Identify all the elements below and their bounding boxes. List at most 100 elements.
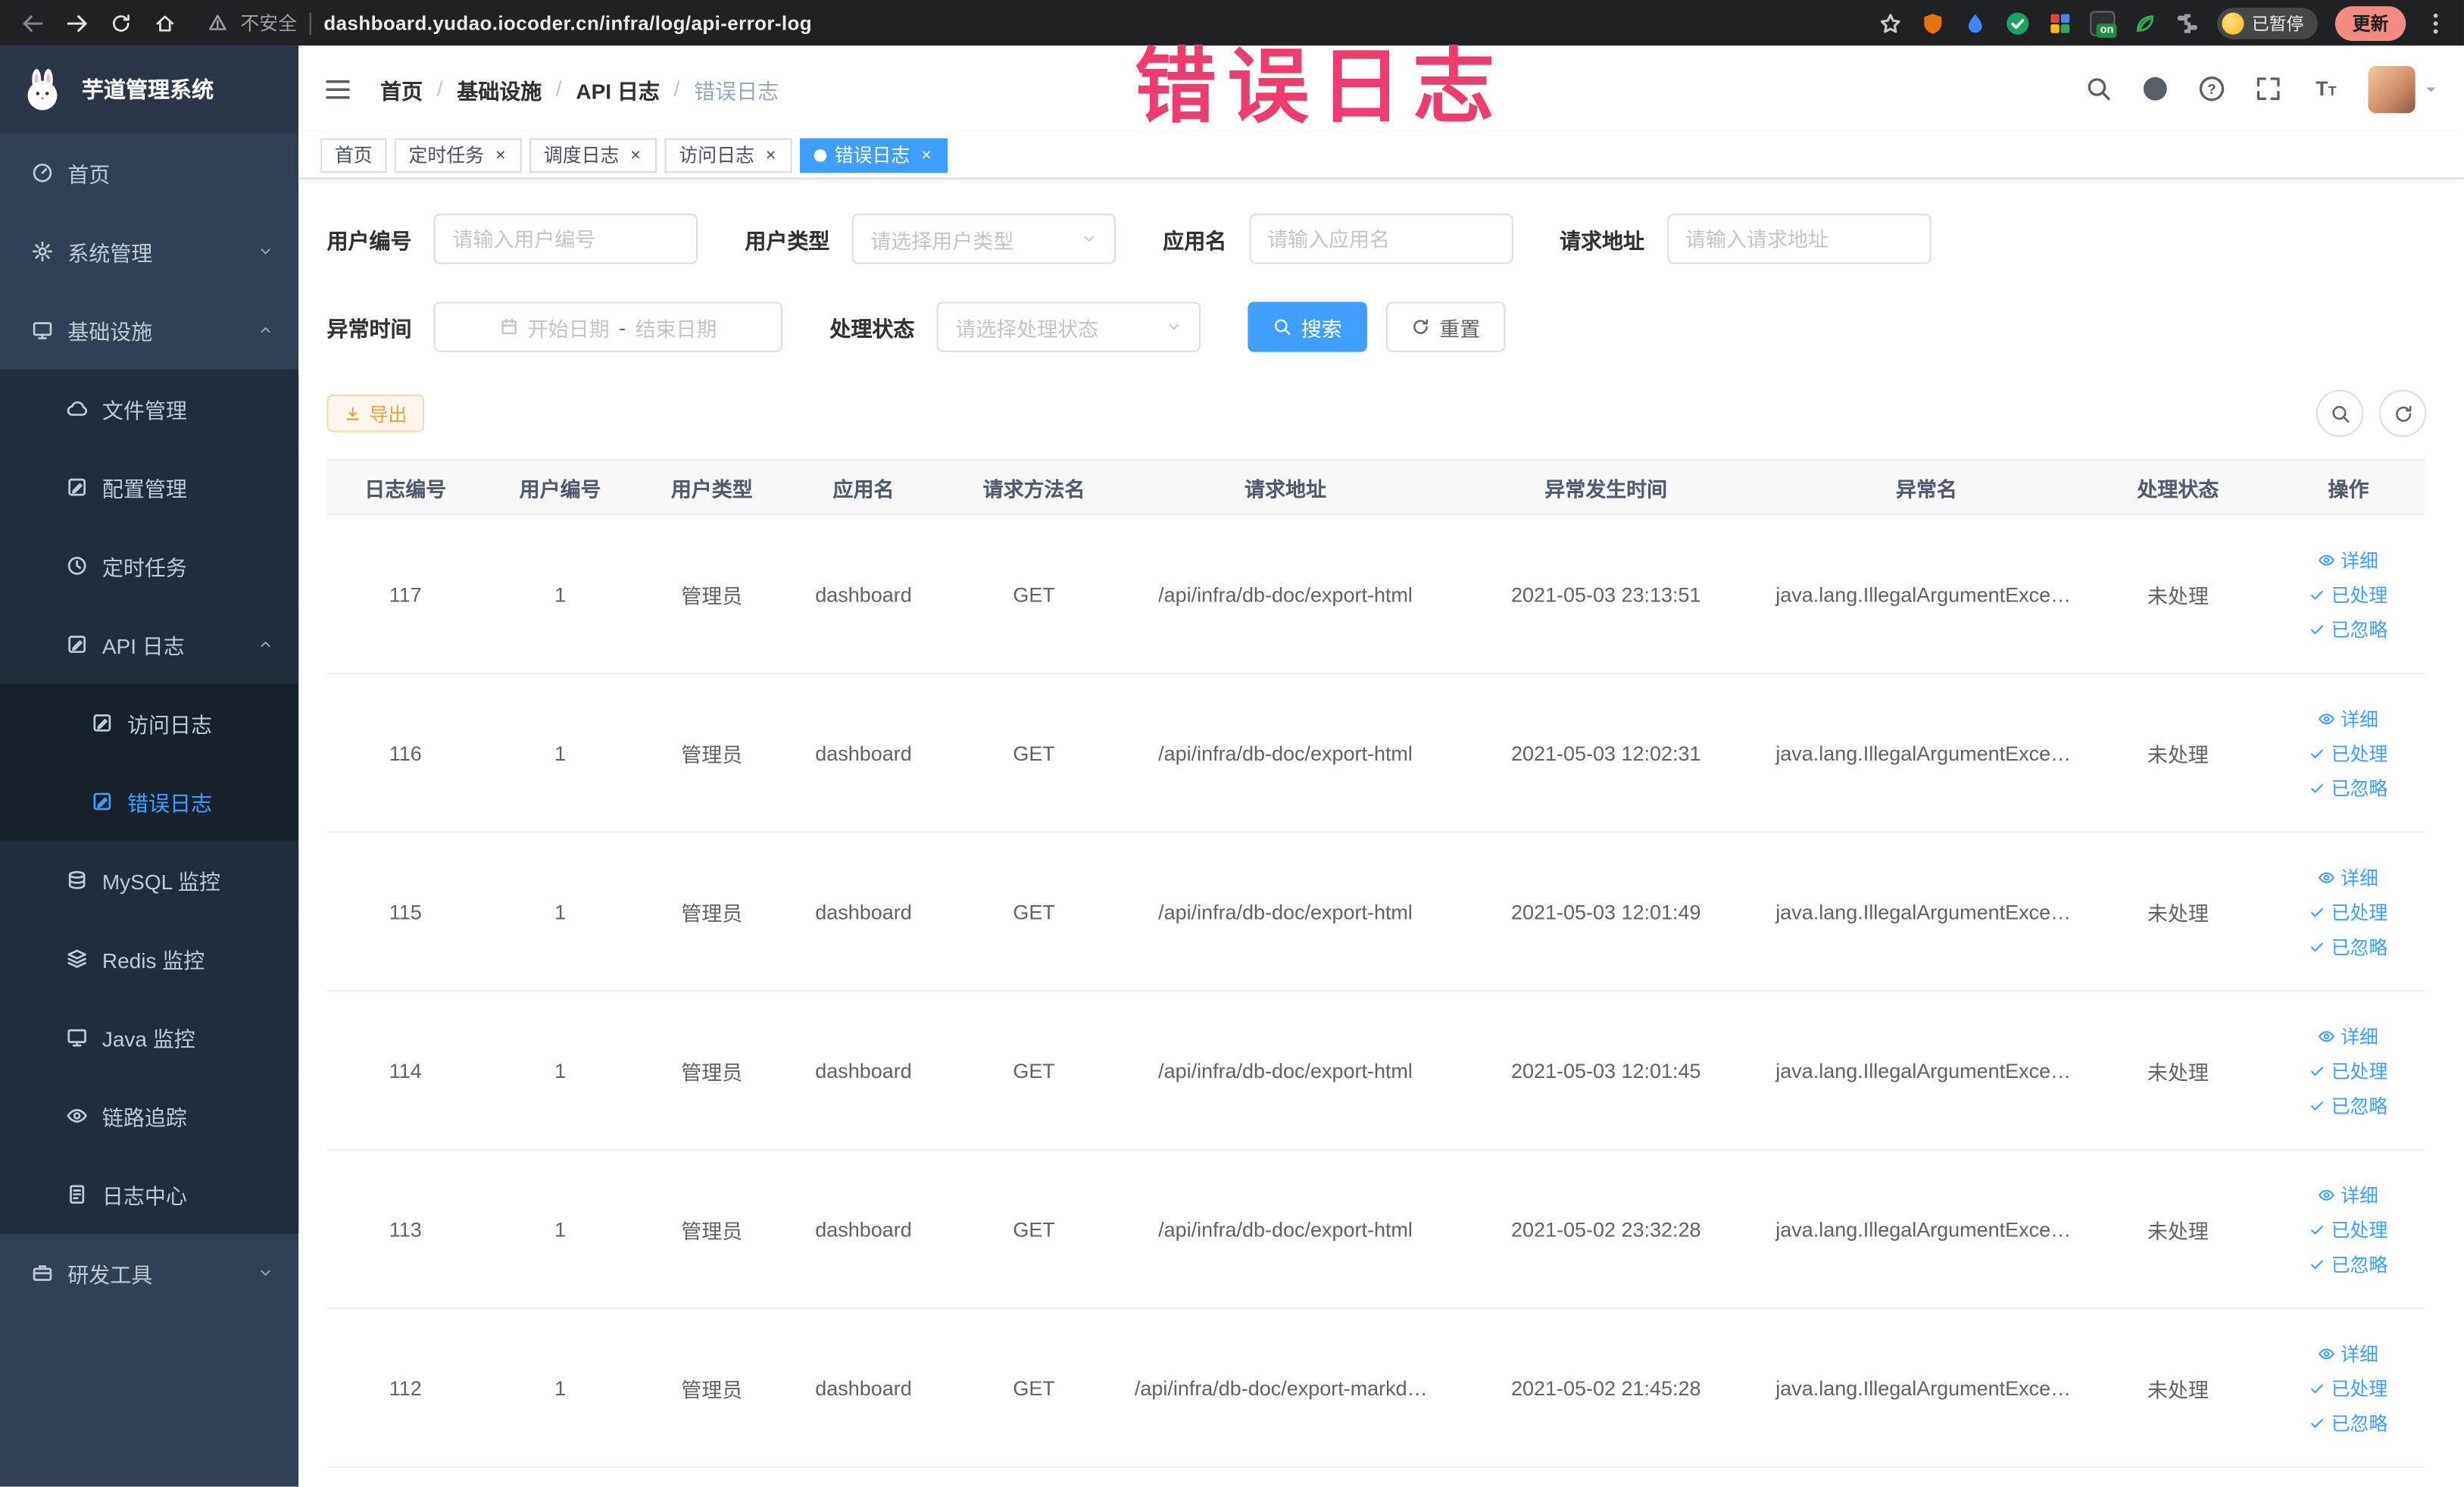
cell-app: dashboard [815, 1217, 912, 1241]
sidebar-item-dev-tools[interactable]: 研发工具 [0, 1234, 298, 1313]
action-ignored[interactable]: 已忽略 [2309, 1092, 2387, 1118]
browser-menu-icon[interactable] [2423, 10, 2448, 35]
close-icon[interactable] [493, 148, 507, 162]
request-url-input[interactable] [1685, 226, 1912, 251]
svg-text:T: T [2328, 83, 2337, 98]
column-header: 处理状态 [2137, 476, 2219, 501]
extension-check-icon[interactable] [2005, 10, 2030, 35]
toggle-search-button[interactable] [2316, 389, 2364, 437]
action-ignored[interactable]: 已忽略 [2309, 774, 2387, 801]
sidebar-item-label: 文件管理 [101, 398, 187, 423]
help-icon[interactable]: ? [2198, 76, 2225, 102]
browser-profile-chip[interactable]: 已暂停 [2217, 7, 2319, 39]
action-detail[interactable]: 详细 [2319, 546, 2378, 573]
search-button[interactable]: 搜索 [1248, 301, 1367, 352]
tab-access-log[interactable]: 访问日志 [664, 137, 792, 173]
close-icon[interactable] [629, 148, 643, 162]
reset-button[interactable]: 重置 [1385, 301, 1506, 352]
action-ignored[interactable]: 已忽略 [2309, 932, 2387, 959]
action-detail[interactable]: 详细 [2319, 1023, 2378, 1049]
github-icon[interactable] [2142, 76, 2169, 102]
sidebar-toggle-icon[interactable] [323, 75, 351, 103]
bookmark-star-icon[interactable] [1878, 10, 1903, 35]
url-text: dashboard.yudao.iocoder.cn/infra/log/api… [323, 11, 813, 34]
action-detail[interactable]: 详细 [2319, 1181, 2378, 1207]
action-ignored[interactable]: 已忽略 [2309, 615, 2387, 642]
sidebar-item-api-log[interactable]: API 日志 [0, 604, 299, 684]
sidebar-item-system[interactable]: 系统管理 [0, 212, 298, 291]
user-id-input[interactable] [452, 226, 679, 251]
browser-toolbar: 不安全 dashboard.yudao.iocoder.cn/infra/log… [0, 0, 2464, 46]
refresh-table-button[interactable] [2378, 389, 2427, 437]
sidebar-item-access-log[interactable]: 访问日志 [0, 683, 299, 763]
action-detail[interactable]: 详细 [2319, 864, 2378, 890]
extension-drop-icon[interactable] [1963, 10, 1988, 35]
sidebar-item-config[interactable]: 配置管理 [0, 448, 299, 526]
sidebar-item-label: 错误日志 [127, 792, 213, 816]
browser-update-button[interactable]: 更新 [2334, 5, 2406, 40]
search-icon[interactable] [2085, 76, 2112, 102]
action-processed[interactable]: 已处理 [2309, 1216, 2387, 1242]
action-detail[interactable]: 详细 [2319, 1340, 2378, 1367]
tab-home[interactable]: 首页 [320, 137, 387, 173]
user-avatar[interactable] [2368, 65, 2438, 113]
redis-icon [66, 948, 88, 970]
font-size-icon[interactable]: TT [2312, 76, 2338, 102]
extension-shield-icon[interactable] [1920, 10, 1945, 35]
close-icon[interactable] [764, 148, 778, 162]
browser-forward-button[interactable] [60, 5, 95, 40]
browser-home-button[interactable] [148, 5, 183, 40]
avatar-image [2368, 65, 2416, 113]
filter-process-status: 处理状态 请选择处理状态 [829, 301, 1201, 352]
breadcrumb-item[interactable]: 基础设施 [457, 73, 542, 104]
sidebar-item-error-log[interactable]: 错误日志 [0, 762, 299, 841]
sidebar-item-trace[interactable]: 链路追踪 [0, 1076, 299, 1155]
extension-on-badge[interactable]: on [2090, 10, 2117, 37]
close-icon[interactable] [920, 148, 934, 162]
warning-icon [208, 13, 228, 33]
sidebar-item-java[interactable]: Java 监控 [0, 998, 299, 1077]
tab-label: 首页 [334, 144, 373, 167]
browser-reload-button[interactable] [104, 5, 139, 40]
table-row: 117 1 管理员 dashboard GET/api/infra/db-doc/exp… [326, 515, 2425, 675]
sidebar-item-job[interactable]: 定时任务 [0, 526, 299, 605]
action-ignored[interactable]: 已忽略 [2309, 1250, 2387, 1276]
extension-puzzle-icon[interactable] [2175, 10, 2200, 35]
doc-icon [66, 1183, 88, 1205]
process-status-select[interactable]: 请选择处理状态 [936, 301, 1201, 352]
app-name-input[interactable] [1267, 226, 1494, 251]
address-bar[interactable]: 不安全 dashboard.yudao.iocoder.cn/infra/log… [208, 9, 812, 36]
home-icon [154, 12, 176, 34]
sidebar-item-home[interactable]: 首页 [0, 133, 298, 212]
cell-url: /api/infra/db-doc/export-html [1158, 899, 1413, 923]
sidebar-item-file[interactable]: 文件管理 [0, 369, 299, 448]
tab-job[interactable]: 定时任务 [394, 137, 522, 173]
extension-palette-icon[interactable] [2047, 10, 2072, 35]
browser-back-button[interactable] [16, 5, 51, 40]
tab-label: 调度日志 [543, 144, 620, 167]
breadcrumb-item[interactable]: API 日志 [576, 73, 660, 104]
breadcrumb-item[interactable]: 首页 [380, 73, 423, 104]
extension-leaf-icon[interactable] [2132, 10, 2157, 35]
action-processed[interactable]: 已处理 [2309, 581, 2387, 608]
sidebar-item-mysql[interactable]: MySQL 监控 [0, 840, 299, 920]
error-log-table: 日志编号 用户编号 用户类型 应用名 请求方法名 请求地址 异常发生时间 异常名 处理状态 操作 … [326, 458, 2425, 1468]
date-range-picker[interactable]: 开始日期 - 结束日期 [433, 301, 783, 352]
table-row: 112 1 管理员 dashboard GET/api/infra/db-doc/exp… [326, 1309, 2425, 1468]
sidebar-item-infra[interactable]: 基础设施 [0, 291, 298, 370]
action-detail[interactable]: 详细 [2319, 704, 2378, 731]
breadcrumb-item: 错误日志 [694, 79, 779, 103]
action-processed[interactable]: 已处理 [2309, 1374, 2387, 1401]
user-type-select[interactable]: 请选择用户类型 [851, 214, 1116, 264]
action-processed[interactable]: 已处理 [2309, 898, 2387, 925]
action-processed[interactable]: 已处理 [2309, 1057, 2387, 1083]
export-button[interactable]: 导出 [326, 394, 425, 433]
fullscreen-icon[interactable] [2255, 76, 2281, 102]
cell-user_id: 1 [554, 1058, 567, 1082]
tab-job-log[interactable]: 调度日志 [529, 137, 657, 173]
sidebar-item-redis[interactable]: Redis 监控 [0, 919, 299, 998]
action-processed[interactable]: 已处理 [2309, 739, 2387, 766]
sidebar-item-log-center[interactable]: 日志中心 [0, 1154, 299, 1234]
action-ignored[interactable]: 已忽略 [2309, 1409, 2387, 1435]
tab-error-log[interactable]: 错误日志 [800, 137, 948, 173]
